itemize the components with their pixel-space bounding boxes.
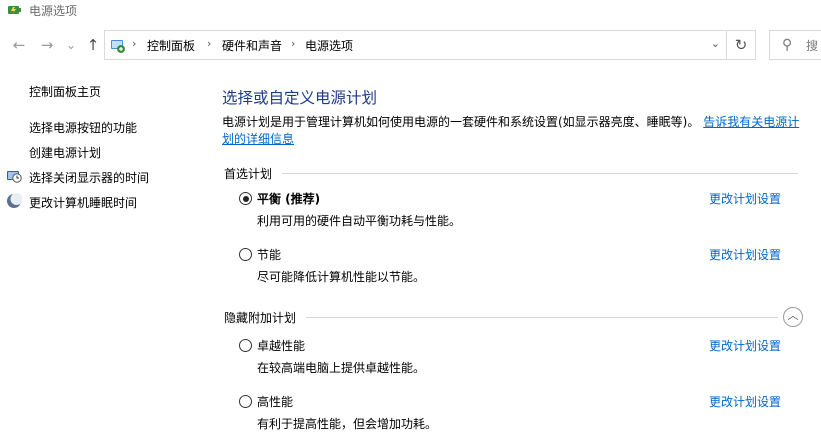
plan-name-power-saver[interactable]: 节能 <box>257 246 281 263</box>
refresh-icon: ↻ <box>734 36 748 54</box>
plan-name-ultimate[interactable]: 卓越性能 <box>257 337 305 354</box>
breadcrumb-hardware-sound[interactable]: 硬件和声音 <box>222 37 282 54</box>
breadcrumb-power-options[interactable]: 电源选项 <box>305 37 353 54</box>
change-plan-settings-link[interactable]: 更改计划设置 <box>709 393 781 410</box>
breadcrumb-separator[interactable]: › <box>291 37 295 50</box>
recent-locations-icon[interactable]: ⌄ <box>62 36 80 54</box>
plan-name-high-performance[interactable]: 高性能 <box>257 393 293 410</box>
plan-desc-power-saver: 尽可能降低计算机性能以节能。 <box>257 270 426 284</box>
address-bar[interactable]: › 控制面板 › 硬件和声音 › 电源选项 ⌄ <box>104 30 727 60</box>
page-description: 电源计划是用于管理计算机如何使用电源的一套硬件和系统设置(如显示器亮度、睡眠等)… <box>222 114 802 148</box>
moon-icon <box>7 193 22 208</box>
sidebar-home-link[interactable]: 控制面板主页 <box>29 83 101 100</box>
power-options-icon <box>8 6 21 14</box>
control-panel-icon <box>111 40 125 53</box>
window-title: 电源选项 <box>29 4 78 18</box>
plan-desc-balanced: 利用可用的硬件自动平衡功耗与性能。 <box>257 214 462 228</box>
search-icon: ⚲ <box>782 37 793 53</box>
collapse-chevron-up-icon[interactable]: ︿ <box>783 307 803 327</box>
divider <box>282 173 798 174</box>
change-plan-settings-link[interactable]: 更改计划设置 <box>709 190 781 207</box>
sidebar-item-sleep-time[interactable]: 更改计算机睡眠时间 <box>29 194 137 211</box>
preferred-plans-heading: 首选计划 <box>224 167 273 181</box>
change-plan-settings-link[interactable]: 更改计划设置 <box>709 246 781 263</box>
plan-radio-high-performance[interactable] <box>239 395 252 408</box>
plan-desc-ultimate: 在较高端电脑上提供卓越性能。 <box>257 361 426 375</box>
search-placeholder: 搜 <box>806 39 819 53</box>
title-bar: 电源选项 <box>0 0 821 22</box>
sidebar-item-power-button[interactable]: 选择电源按钮的功能 <box>29 119 137 136</box>
back-arrow-icon[interactable]: ← <box>10 36 28 54</box>
plan-radio-balanced[interactable] <box>239 192 252 205</box>
sidebar-item-display-off[interactable]: 选择关闭显示器的时间 <box>29 169 149 186</box>
address-dropdown-icon[interactable]: ⌄ <box>711 37 720 50</box>
refresh-button[interactable]: ↻ <box>727 30 756 60</box>
breadcrumb-control-panel[interactable]: 控制面板 <box>147 37 195 54</box>
change-plan-settings-link[interactable]: 更改计划设置 <box>709 337 781 354</box>
divider <box>306 317 778 318</box>
description-text: 电源计划是用于管理计算机如何使用电源的一套硬件和系统设置(如显示器亮度、睡眠等)… <box>222 115 700 129</box>
breadcrumb-separator[interactable]: › <box>207 37 211 50</box>
breadcrumb-separator: › <box>132 37 137 50</box>
plan-desc-high-performance: 有利于提高性能，但会增加功耗。 <box>257 417 438 431</box>
plan-radio-power-saver[interactable] <box>239 248 252 261</box>
plan-name-balanced[interactable]: 平衡 (推荐) <box>257 190 320 207</box>
monitor-clock-icon <box>7 171 22 183</box>
page-title: 选择或自定义电源计划 <box>222 89 378 107</box>
up-arrow-icon[interactable]: ↑ <box>84 36 102 54</box>
plan-radio-ultimate[interactable] <box>239 339 252 352</box>
search-box[interactable]: ⚲ 搜 <box>769 30 821 60</box>
sidebar-item-create-plan[interactable]: 创建电源计划 <box>29 144 101 161</box>
hidden-plans-heading[interactable]: 隐藏附加计划 <box>224 309 296 326</box>
forward-arrow-icon[interactable]: → <box>38 36 56 54</box>
navigation-bar: ← → ⌄ ↑ › 控制面板 › 硬件和声音 › 电源选项 ⌄ ↻ ⚲ 搜 <box>0 30 821 62</box>
